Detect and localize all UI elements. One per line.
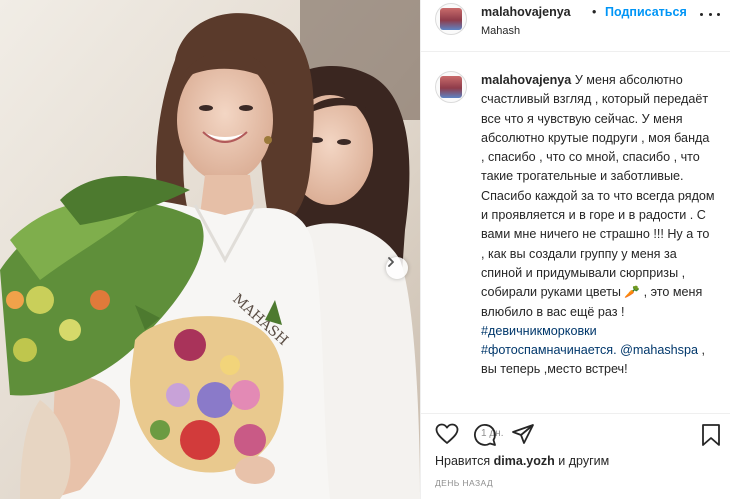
author-avatar[interactable]	[435, 3, 467, 35]
caption-text: malahovajenya У меня абсолютно счастливы…	[481, 71, 715, 380]
caption-body: У меня абсолютно счастливый взгляд , кот…	[481, 73, 715, 300]
post-caption: malahovajenya У меня абсолютно счастливы…	[421, 52, 730, 439]
heart-icon	[435, 423, 459, 444]
header-separator: •	[592, 5, 597, 19]
caption-username[interactable]: malahovajenya	[481, 73, 571, 87]
follow-button[interactable]: Подписаться	[605, 5, 687, 19]
likes-prefix: Нравится	[435, 454, 491, 468]
share-icon	[512, 424, 534, 444]
more-options-button[interactable]	[700, 8, 720, 20]
likes-user[interactable]: dima.yozh	[494, 454, 555, 468]
caption-avatar[interactable]	[435, 71, 467, 103]
hashtag-link[interactable]: #девичникморковки	[481, 324, 597, 338]
mention-link[interactable]: @mahashspa	[620, 343, 698, 357]
carrot-emoji: 🥕	[624, 285, 641, 300]
comment-button[interactable]	[473, 423, 497, 452]
chevron-right-icon	[388, 257, 394, 267]
post-actions: Нравится dima.yozh и другим ДЕНЬ НАЗАД	[421, 413, 730, 499]
post-age: ДЕНЬ НАЗАД	[435, 478, 494, 488]
photo-illustration: MAHASH	[0, 0, 420, 499]
bookmark-icon	[702, 424, 720, 446]
post-panel: malahovajenya • Подписаться Mahash malah…	[420, 0, 730, 499]
post-header: malahovajenya • Подписаться Mahash	[421, 0, 730, 52]
likes-suffix: и другим	[558, 454, 610, 468]
post-photo[interactable]: MAHASH	[0, 0, 420, 499]
author-username[interactable]: malahovajenya	[481, 5, 571, 19]
share-button[interactable]	[511, 423, 535, 450]
comment-icon	[474, 424, 496, 446]
post-location[interactable]: Mahash	[481, 25, 520, 37]
next-photo-button[interactable]	[386, 257, 408, 279]
save-button[interactable]	[701, 423, 721, 452]
hashtag-link[interactable]: #фотоспамначинается.	[481, 343, 617, 357]
likes-summary[interactable]: Нравится dima.yozh и другим	[435, 454, 609, 468]
like-button[interactable]	[435, 423, 459, 450]
more-horizontal-icon	[700, 12, 720, 16]
